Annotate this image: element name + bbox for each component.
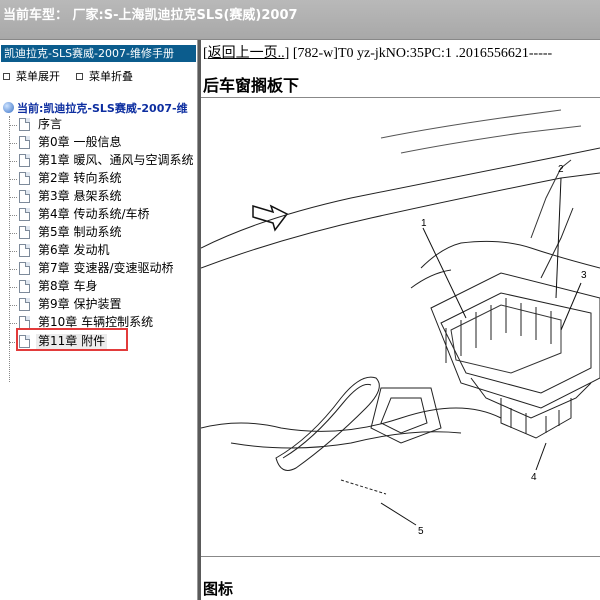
- document-icon: [19, 172, 30, 185]
- content-pane: [返回上一页..] [782-w]T0 yz-jkNO:35PC:1 .2016…: [201, 40, 600, 600]
- document-info: [782-w]T0 yz-jkNO:35PC:1 .2016556621----…: [289, 46, 553, 61]
- document-icon: [19, 262, 30, 275]
- tree-item-label: 第1章 暖风、通风与空调系统: [38, 153, 194, 167]
- tree-item-chapter-0[interactable]: 第0章 一般信息: [0, 134, 197, 152]
- tree-item-chapter-3[interactable]: 第3章 悬架系统: [0, 188, 197, 206]
- tree-item-chapter-5[interactable]: 第5章 制动系统: [0, 224, 197, 242]
- selection-highlight: [16, 328, 128, 351]
- tree-item-label: 第4章 传动系统/车桥: [38, 207, 150, 221]
- legend-title: 图标: [203, 580, 234, 598]
- document-icon: [19, 154, 30, 167]
- tree-item-label: 序言: [38, 117, 63, 131]
- document-icon: [19, 136, 30, 149]
- tree-item-label: 第9章 保护装置: [38, 297, 122, 311]
- manual-header[interactable]: 凯迪拉克-SLS赛威-2007-维修手册: [1, 45, 196, 62]
- callout-5: 5: [418, 526, 424, 537]
- window-title: 当前车型： 厂家:S-上海凯迪拉克SLS(赛威)2007: [3, 8, 298, 23]
- tree-item-chapter-2[interactable]: 第2章 转向系统: [0, 170, 197, 188]
- tree-item-label: 第3章 悬架系统: [38, 189, 122, 203]
- tree-item-label: 第8章 车身: [38, 279, 98, 293]
- collapse-all-label: 菜单折叠: [89, 70, 133, 83]
- document-icon: [19, 280, 30, 293]
- callout-2: 2: [558, 164, 564, 175]
- collapse-icon: [76, 73, 83, 80]
- tree-item-label: 第5章 制动系统: [38, 225, 122, 239]
- tree-item-chapter-9[interactable]: 第9章 保护装置: [0, 296, 197, 314]
- callout-4: 4: [531, 472, 537, 483]
- navigation-pane: 凯迪拉克-SLS赛威-2007-维修手册 菜单展开 菜单折叠 当前:凯迪拉克-S…: [0, 40, 198, 600]
- tree-item-chapter-7[interactable]: 第7章 变速器/变速驱动桥: [0, 260, 197, 278]
- divider: [201, 556, 600, 557]
- document-icon: [19, 118, 30, 131]
- tree-root-label: 当前:凯迪拉克-SLS赛威-2007-维: [17, 102, 188, 115]
- globe-icon: [3, 102, 14, 113]
- document-icon: [19, 226, 30, 239]
- tree-item-label: 第7章 变速器/变速驱动桥: [38, 261, 174, 275]
- document-icon: [19, 298, 30, 311]
- tree-root[interactable]: 当前:凯迪拉克-SLS赛威-2007-维: [3, 100, 188, 116]
- title-bar: 当前车型： 厂家:S-上海凯迪拉克SLS(赛威)2007: [0, 0, 600, 40]
- tree-item-chapter-8[interactable]: 第8章 车身: [0, 278, 197, 296]
- tree-item-chapter-1[interactable]: 第1章 暖风、通风与空调系统: [0, 152, 197, 170]
- expand-all-button[interactable]: 菜单展开: [3, 68, 60, 84]
- callout-3: 3: [581, 270, 587, 281]
- document-icon: [19, 244, 30, 257]
- document-icon: [19, 208, 30, 221]
- tree-item-chapter-4[interactable]: 第4章 传动系统/车桥: [0, 206, 197, 224]
- document-icon: [19, 190, 30, 203]
- callout-1: 1: [421, 218, 427, 229]
- back-link[interactable]: 返回上一页..: [208, 46, 285, 61]
- component-illustration: 1 2 3 4 5: [201, 109, 600, 537]
- navigation-line: [返回上一页..] [782-w]T0 yz-jkNO:35PC:1 .2016…: [203, 46, 553, 61]
- expand-icon: [3, 73, 10, 80]
- tree-item-label: 第0章 一般信息: [38, 135, 122, 149]
- page-title: 后车窗搁板下: [203, 76, 300, 95]
- tree-item-label: 第2章 转向系统: [38, 171, 122, 185]
- expand-all-label: 菜单展开: [16, 70, 60, 83]
- tree-item-chapter-6[interactable]: 第6章 发动机: [0, 242, 197, 260]
- tree-item-label: 第6章 发动机: [38, 243, 110, 257]
- collapse-all-button[interactable]: 菜单折叠: [76, 68, 133, 84]
- tree-item-preface[interactable]: 序言: [0, 116, 197, 134]
